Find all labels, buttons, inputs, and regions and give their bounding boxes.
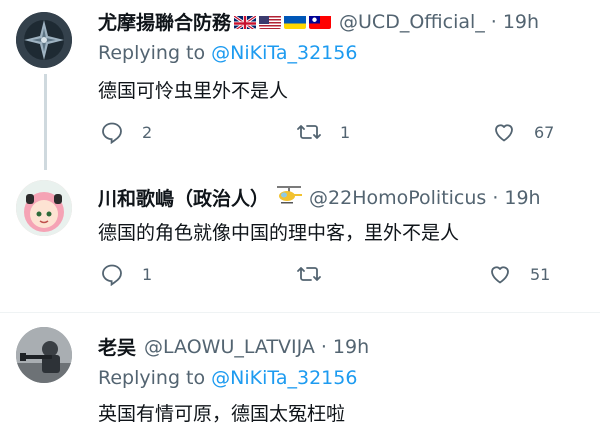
replying-to-label: Replying to — [98, 42, 206, 64]
retweet-icon — [297, 267, 321, 281]
retweet-button[interactable]: 1 — [296, 120, 350, 144]
retweet-icon — [297, 125, 321, 139]
display-name[interactable]: 川和歌嶋（政治人） — [98, 184, 269, 211]
replying-to-link[interactable]: @NiKiTa_32156 — [211, 42, 357, 64]
separator-dot: · — [320, 335, 327, 358]
tweet-3[interactable]: 老吴 @LAOWU_LATVIJA · 19h Replying to @NiK… — [0, 313, 600, 433]
anime-girl-avatar-icon — [16, 180, 72, 236]
avatar[interactable] — [16, 327, 72, 383]
tweet-header: 老吴 @LAOWU_LATVIJA · 19h — [98, 333, 369, 360]
tweet-text: 德国可怜虫里外不是人 — [98, 80, 289, 102]
replying-to: Replying to @NiKiTa_32156 — [98, 42, 357, 64]
flag-uk-icon — [234, 14, 257, 29]
flag-ukraine-icon — [284, 14, 307, 29]
shield-star-logo-icon — [16, 12, 72, 68]
reply-icon — [102, 264, 122, 286]
timestamp[interactable]: 19h — [503, 11, 539, 33]
like-count: 51 — [530, 264, 551, 284]
replying-to-link[interactable]: @NiKiTa_32156 — [211, 367, 357, 389]
heart-icon — [491, 266, 509, 284]
tweet-header: 川和歌嶋（政治人） @22HomoPoliticus · 19h — [98, 184, 541, 211]
separator-dot: · — [490, 10, 497, 33]
tweet-text: 德国的角色就像中国的理中客，里外不是人 — [98, 222, 460, 244]
reply-count: 2 — [142, 122, 153, 142]
flag-taiwan-icon — [309, 14, 332, 29]
reply-button[interactable]: 2 — [100, 120, 152, 144]
handle[interactable]: @LAOWU_LATVIJA — [144, 336, 315, 358]
display-name[interactable]: 尤摩揚聯合防務 — [98, 8, 231, 35]
avatar[interactable] — [16, 12, 72, 68]
display-name[interactable]: 老吴 — [98, 333, 136, 360]
timestamp[interactable]: 19h — [504, 187, 540, 209]
soldier-photo-avatar-icon — [16, 327, 72, 383]
like-button[interactable]: 67 — [492, 120, 554, 144]
retweet-button[interactable] — [296, 262, 340, 286]
like-button[interactable]: 51 — [488, 262, 550, 286]
tweet-1[interactable]: 尤摩揚聯合防務 @UCD_Official_ · 19h Replying to… — [0, 0, 600, 170]
thread-line — [44, 74, 47, 170]
avatar[interactable] — [16, 180, 72, 236]
handle[interactable]: @22HomoPoliticus — [309, 187, 486, 209]
replying-to: Replying to @NiKiTa_32156 — [98, 367, 357, 389]
replying-to-label: Replying to — [98, 367, 206, 389]
reply-button[interactable]: 1 — [100, 262, 152, 286]
reply-icon — [102, 122, 122, 144]
handle[interactable]: @UCD_Official_ — [339, 11, 485, 33]
flag-us-icon — [259, 14, 282, 29]
tweet-2[interactable]: 川和歌嶋（政治人） @22HomoPoliticus · 19h 德国的角色就像… — [0, 170, 600, 310]
reply-count: 1 — [142, 264, 153, 284]
separator-dot: · — [492, 186, 499, 209]
retweet-count: 1 — [340, 122, 351, 142]
helicopter-icon — [275, 184, 303, 211]
like-count: 67 — [534, 122, 555, 142]
heart-icon — [495, 124, 513, 142]
timestamp[interactable]: 19h — [333, 336, 369, 358]
tweet-header: 尤摩揚聯合防務 @UCD_Official_ · 19h — [98, 8, 539, 35]
tweet-text: 英国有情可原，德国太冤枉啦 — [98, 403, 346, 425]
